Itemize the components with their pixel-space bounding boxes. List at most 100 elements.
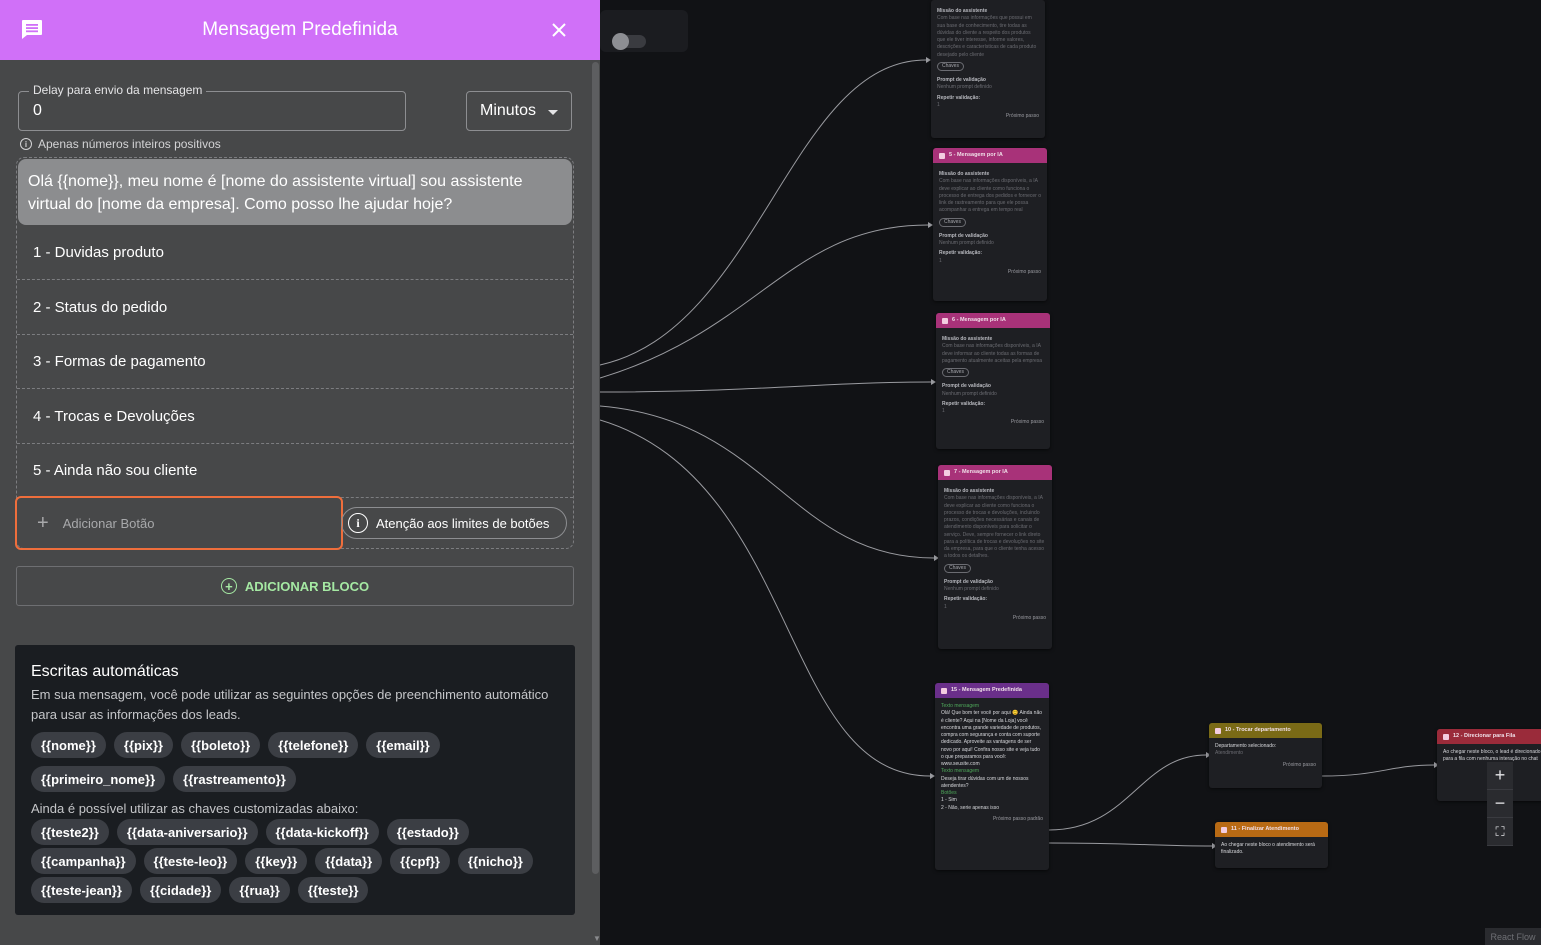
token-chip[interactable]: {{primeiro_nome}}: [31, 766, 166, 792]
node-option[interactable]: 1 - Sim: [941, 797, 1043, 804]
toggle-knob[interactable]: [612, 33, 629, 50]
node-keys-chip[interactable]: Chaves: [944, 563, 971, 573]
node-next-step[interactable]: Próximo passo: [1215, 762, 1316, 769]
node-next-step[interactable]: Próximo passo padrão: [941, 816, 1043, 823]
node-dept-value: Atendimento: [1215, 750, 1244, 757]
edge: [600, 405, 935, 559]
react-flow-attribution[interactable]: React Flow: [1485, 928, 1541, 945]
custom-token-chip[interactable]: {{data}}: [315, 848, 383, 874]
node-next-step[interactable]: Próximo passo: [937, 113, 1039, 120]
delay-value[interactable]: 0: [33, 102, 42, 120]
node-option[interactable]: 2 - Não, serie apenas isso: [941, 805, 1043, 812]
option-button[interactable]: 1 - Duvidas produto: [17, 225, 573, 280]
node-validation-label: Prompt de validação: [939, 232, 988, 239]
flow-node-5[interactable]: 5 - Mensagem por IA Missão do assistente…: [933, 148, 1047, 301]
custom-token-chips: {{teste2}} {{data-aniversario}} {{data-k…: [31, 819, 559, 903]
custom-token-chip[interactable]: {{teste-leo}}: [143, 848, 238, 874]
node-msg-label: Texto mensagem: [941, 768, 980, 775]
option-button[interactable]: 5 - Ainda não sou cliente: [17, 443, 573, 498]
scroll-down-icon[interactable]: ▼: [593, 934, 601, 943]
token-chip[interactable]: {{boleto}}: [180, 732, 261, 758]
node-mission-text: Com base nas informações disponíveis, a …: [944, 495, 1045, 560]
option-button[interactable]: 3 - Formas de pagamento: [17, 334, 573, 389]
node-keys-chip[interactable]: Chaves: [939, 217, 966, 227]
custom-token-chip[interactable]: {{campanha}}: [31, 848, 136, 874]
add-block-button[interactable]: + ADICIONAR BLOCO: [16, 566, 574, 606]
token-chip[interactable]: {{nome}}: [31, 732, 106, 758]
node-mission-label: Missão do assistente: [944, 488, 995, 494]
node-mission-text: Com base nas informações que possui em s…: [937, 15, 1037, 58]
flow-node-11[interactable]: 11 - Finalizar Atendimento Ao chegar nes…: [1215, 822, 1328, 868]
token-chip[interactable]: {{telefone}}: [268, 732, 359, 758]
custom-token-chip[interactable]: {{key}}: [245, 848, 308, 874]
button-limits-chip[interactable]: i Atenção aos limites de botões: [341, 507, 567, 539]
flow-node-15[interactable]: 15 - Mensagem Predefinida Texto mensagem…: [935, 683, 1049, 870]
chevron-down-icon: [548, 110, 558, 115]
transfer-icon: [1215, 727, 1221, 734]
node-repeat-value: 1: [937, 101, 940, 108]
node-mission-text: Com base nas informações disponíveis, a …: [939, 178, 1042, 214]
node-text: Ao chegar neste bloco o atendimento será…: [1221, 842, 1315, 856]
delay-input[interactable]: Delay para envio da mensagem 0: [18, 83, 406, 131]
node-title: 6 - Mensagem por IA: [952, 316, 1006, 323]
node-mission-label: Missão do assistente: [942, 336, 993, 342]
node-dept-label: Departamento selecionado:: [1215, 743, 1277, 749]
add-button-placeholder: Adicionar Botão: [62, 515, 155, 531]
fit-view-button[interactable]: ⛶: [1487, 818, 1513, 846]
flow-node-10[interactable]: 10 - Trocar departamento Departamento se…: [1209, 723, 1322, 788]
flow-node-6[interactable]: 6 - Mensagem por IA Missão do assistente…: [936, 313, 1050, 449]
drawer-scrollbar[interactable]: [592, 62, 599, 874]
node-next-step[interactable]: Próximo passo: [939, 269, 1041, 276]
node-repeat-label: Repetir validação:: [944, 596, 988, 603]
node-repeat-value: 1: [944, 603, 947, 610]
zoom-controls: + − ⛶: [1487, 762, 1513, 846]
node-title: 5 - Mensagem por IA: [949, 151, 1003, 158]
node-validation-text: Nenhum prompt definido: [937, 84, 992, 91]
message-drawer: Mensagem Predefinida ▼ Delay para envio …: [0, 0, 601, 945]
token-chip[interactable]: {{email}}: [366, 732, 440, 758]
node-repeat-label: Repetir validação:: [939, 250, 983, 257]
token-chip[interactable]: {{rastreamento}}: [173, 766, 296, 792]
button-limits-label: Atenção aos limites de botões: [376, 515, 550, 531]
zoom-in-button[interactable]: +: [1487, 762, 1513, 790]
flow-edges: [600, 57, 1439, 849]
edge: [1048, 842, 1213, 847]
custom-token-chip[interactable]: {{cidade}}: [139, 877, 222, 903]
close-icon[interactable]: [548, 19, 570, 41]
option-button[interactable]: 4 - Trocas e Devoluções: [17, 389, 573, 444]
node-buttons-label: Botões: [941, 790, 957, 796]
flow-node-7[interactable]: 7 - Mensagem por IA Missão do assistente…: [938, 465, 1052, 649]
edge: [600, 59, 927, 366]
custom-token-chip[interactable]: {{teste}}: [297, 877, 369, 903]
flow-node-ai-top[interactable]: Missão do assistente Com base nas inform…: [931, 0, 1045, 138]
node-next-step[interactable]: Próximo passo: [942, 419, 1044, 426]
message-text[interactable]: Olá {{nome}}, meu nome é [nome do assist…: [18, 159, 572, 225]
node-validation-text: Nenhum prompt definido: [944, 586, 999, 592]
finish-icon: [1221, 826, 1227, 833]
node-next-step[interactable]: Próximo passo: [944, 615, 1046, 622]
token-chip[interactable]: {{pix}}: [113, 732, 173, 758]
add-circle-icon: +: [220, 578, 237, 594]
unit-select[interactable]: Minutos: [466, 91, 572, 131]
custom-token-chip[interactable]: {{data-aniversario}}: [116, 819, 258, 845]
custom-token-chip[interactable]: {{teste2}}: [31, 819, 109, 845]
custom-token-chip[interactable]: {{cpf}}: [390, 848, 450, 874]
add-block-label: ADICIONAR BLOCO: [244, 578, 370, 594]
node-title: 10 - Trocar departamento: [1225, 726, 1291, 733]
custom-token-chip[interactable]: {{nicho}}: [457, 848, 533, 874]
custom-token-chip[interactable]: {{rua}}: [229, 877, 290, 903]
custom-token-chip[interactable]: {{teste-jean}}: [31, 877, 132, 903]
add-button-input[interactable]: + Adicionar Botão: [15, 496, 343, 550]
option-button[interactable]: 2 - Status do pedido: [17, 280, 573, 335]
custom-token-chip[interactable]: {{data-kickoff}}: [265, 819, 379, 845]
node-validation-text: Nenhum prompt definido: [942, 390, 997, 397]
custom-token-chip[interactable]: {{estado}}: [386, 819, 469, 845]
zoom-out-button[interactable]: −: [1487, 790, 1513, 818]
drawer-title: Mensagem Predefinida: [202, 19, 398, 40]
node-title: 11 - Finalizar Atendimento: [1231, 825, 1299, 832]
node-keys-chip[interactable]: Chaves: [942, 368, 969, 378]
flow-canvas[interactable]: Missão do assistente Com base nas inform…: [600, 0, 1541, 945]
auto-fill-description: Em sua mensagem, você pode utilizar as s…: [31, 687, 549, 722]
node-mission-label: Missão do assistente: [937, 8, 988, 14]
node-keys-chip[interactable]: Chaves: [937, 61, 964, 71]
